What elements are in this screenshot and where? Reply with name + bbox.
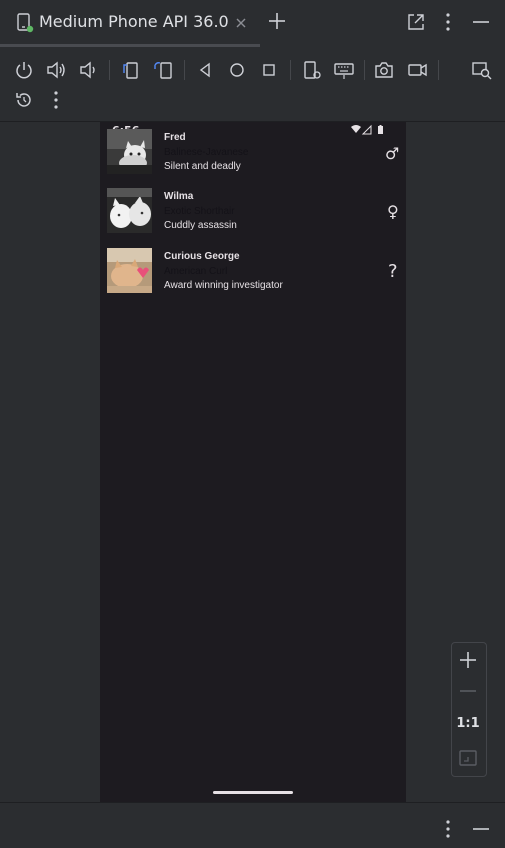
- toolbar-separator: [290, 60, 291, 80]
- tab-title: Medium Phone API 36.0: [39, 12, 229, 31]
- camera-icon[interactable]: [373, 59, 395, 81]
- device-settings-icon[interactable]: [301, 59, 323, 81]
- cat-description: Cuddly assassin: [164, 220, 237, 231]
- cat-photo-fred: [107, 129, 152, 174]
- zoom-fit-icon[interactable]: [457, 747, 479, 769]
- close-icon[interactable]: [232, 12, 250, 30]
- unknown-gender-icon: ?: [388, 261, 398, 282]
- zoom-in-icon[interactable]: [457, 649, 479, 671]
- more-options-icon[interactable]: [437, 11, 459, 33]
- zoom-actual-size-button[interactable]: 1:1: [451, 716, 485, 731]
- power-icon[interactable]: [13, 59, 35, 81]
- cat-photo-curious-george: [107, 248, 152, 293]
- cat-photo-wilma: [107, 188, 152, 233]
- minimize-icon[interactable]: [470, 11, 492, 33]
- cat-breed: Balinese-Javanese: [164, 147, 249, 158]
- minimize-icon[interactable]: [470, 818, 492, 840]
- cat-name: Curious George: [164, 251, 240, 262]
- female-gender-icon: ♀: [387, 202, 399, 221]
- cat-breed: American Curl: [164, 266, 228, 277]
- toolbar-separator: [364, 60, 365, 80]
- zoom-out-icon[interactable]: [457, 680, 479, 702]
- cat-description: Award winning investigator: [164, 280, 283, 291]
- screen-record-icon[interactable]: [406, 59, 428, 81]
- more-actions-icon[interactable]: [45, 89, 67, 111]
- toolbar-separator: [109, 60, 110, 80]
- cat-name: Wilma: [164, 191, 194, 202]
- home-icon[interactable]: [226, 59, 248, 81]
- overview-icon[interactable]: [258, 59, 280, 81]
- cat-breed: Exotic Shorthair: [164, 206, 235, 217]
- cat-name: Fred: [164, 132, 186, 143]
- rotate-right-icon[interactable]: [152, 59, 174, 81]
- detach-window-icon[interactable]: [405, 11, 427, 33]
- toolbar-separator: [184, 60, 185, 80]
- rotate-left-icon[interactable]: [119, 59, 141, 81]
- toolbar-separator: [438, 60, 439, 80]
- gesture-nav-handle[interactable]: [213, 791, 293, 794]
- keyboard-icon[interactable]: [333, 59, 355, 81]
- snapshot-restore-icon[interactable]: [13, 89, 35, 111]
- bottom-bar: [0, 802, 505, 848]
- volume-down-icon[interactable]: [77, 59, 99, 81]
- more-options-icon[interactable]: [437, 818, 459, 840]
- male-gender-icon: ♂: [385, 144, 400, 163]
- back-icon[interactable]: [194, 59, 216, 81]
- running-device-icon: [17, 13, 34, 33]
- cat-description: Silent and deadly: [164, 161, 241, 172]
- display-zoom-icon[interactable]: [471, 59, 493, 81]
- tab-active-indicator: [0, 44, 260, 47]
- add-tab-icon[interactable]: [266, 10, 288, 32]
- volume-up-icon[interactable]: [45, 59, 67, 81]
